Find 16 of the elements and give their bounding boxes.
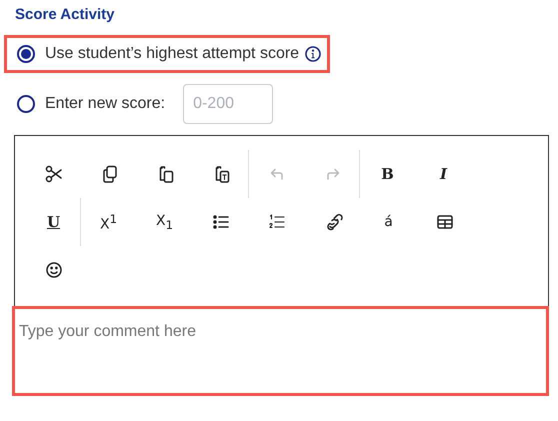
scissors-icon	[44, 164, 64, 184]
underline-button[interactable]: U	[25, 198, 81, 246]
radio-button[interactable]	[17, 95, 35, 113]
score-input[interactable]: 0-200	[183, 84, 274, 124]
smiley-icon	[44, 260, 64, 280]
subscript-button[interactable]: X$_{1}$	[136, 198, 192, 246]
section-title: Score Activity	[15, 6, 116, 23]
comment-field[interactable]: Type your comment here	[12, 306, 549, 396]
italic-button[interactable]: I	[415, 150, 471, 198]
radio-button[interactable]	[17, 45, 35, 63]
accent-button[interactable]: á	[360, 198, 416, 246]
option-label: Use student’s highest attempt score	[45, 45, 300, 63]
bold-button[interactable]: B	[359, 150, 415, 198]
option-label: Enter new score:	[45, 95, 166, 113]
info-icon[interactable]	[305, 46, 322, 62]
superscript-button[interactable]: X$^{1}$	[80, 198, 136, 246]
